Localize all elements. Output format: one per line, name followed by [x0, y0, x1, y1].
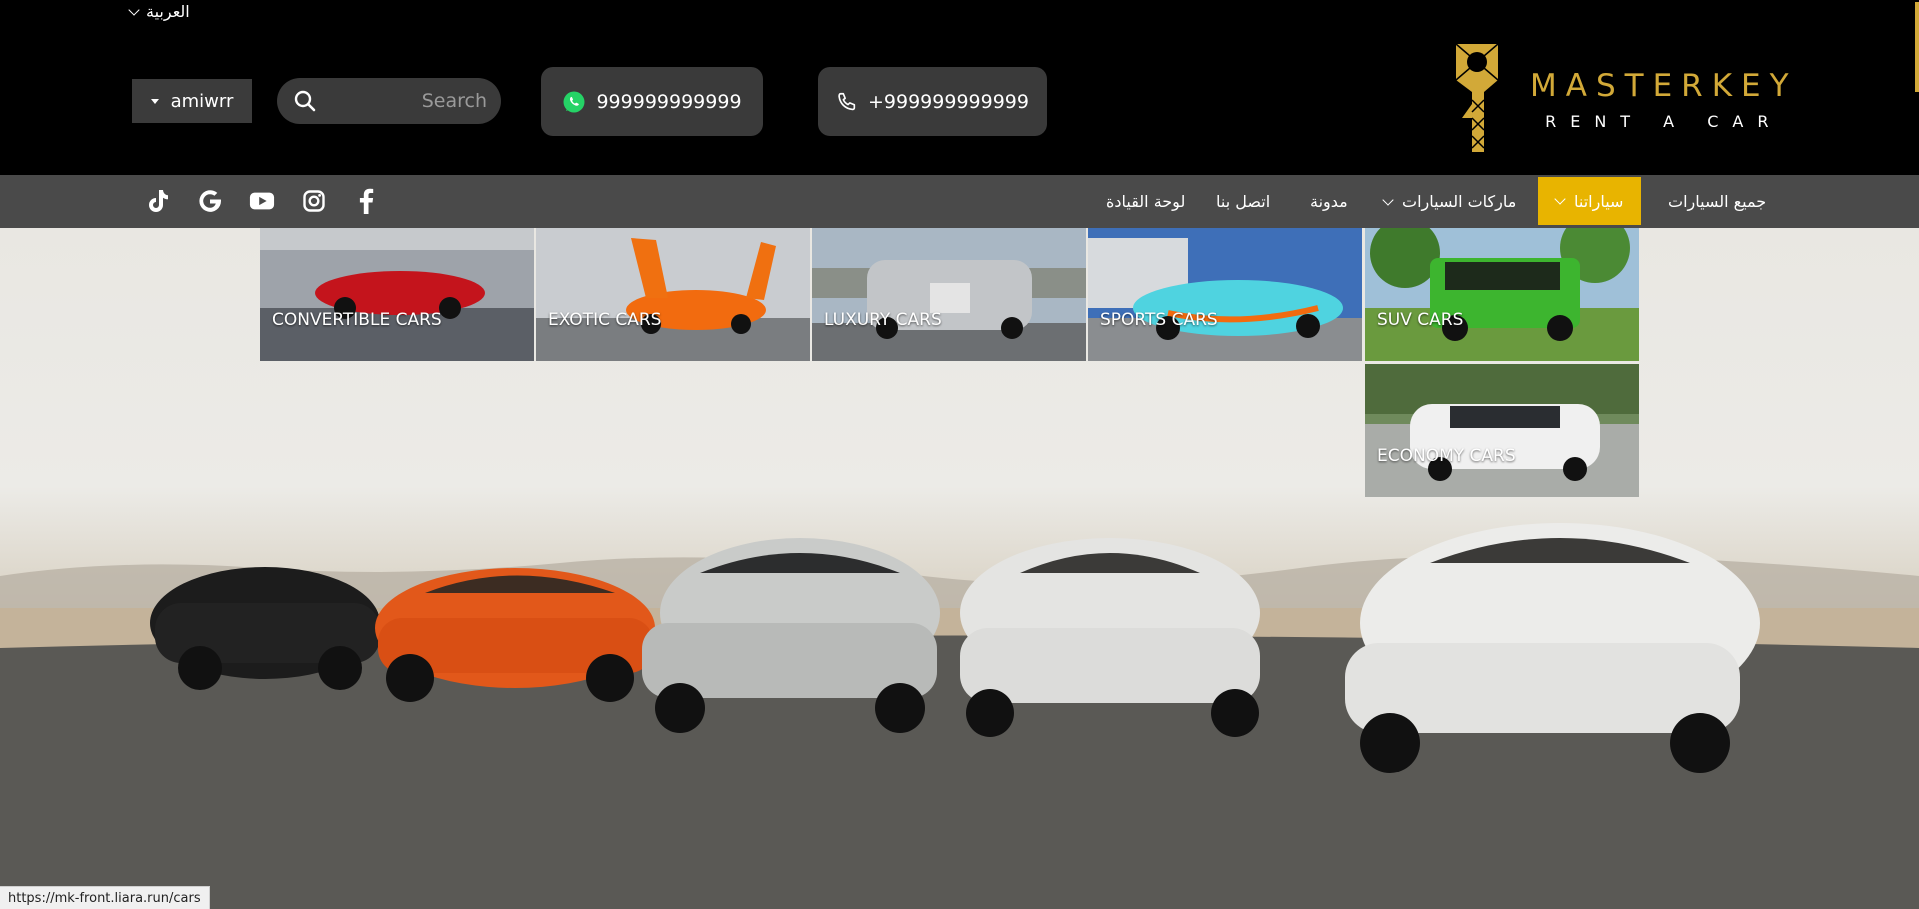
nav-item-label: مدونة — [1310, 192, 1348, 211]
tiktok-icon[interactable] — [145, 188, 171, 214]
phone-button[interactable]: +999999999999 — [818, 67, 1047, 136]
masterkey-logo[interactable]: MASTERKEY RENT A CAR — [1450, 40, 1798, 158]
social-links — [145, 188, 379, 214]
scrollbar-thumb[interactable] — [1915, 2, 1919, 92]
category-label: LUXURY CARS — [824, 310, 942, 330]
caret-down-icon — [150, 98, 159, 104]
nav-item-label: لوحة القيادة — [1106, 192, 1186, 211]
nav-item-contact[interactable]: اتصل بنا — [1216, 175, 1270, 228]
whatsapp-button[interactable]: 999999999999 — [541, 67, 763, 136]
luxury-car-image — [812, 228, 1086, 361]
status-bar-url: https://mk-front.liara.run/cars — [0, 886, 210, 909]
category-label: CONVERTIBLE CARS — [272, 310, 442, 330]
nav-item-our-cars[interactable]: سياراتنا — [1538, 177, 1642, 225]
category-tile-economy[interactable]: ECONOMY CARS — [1365, 364, 1639, 497]
user-menu-button[interactable]: amiwrr — [132, 79, 252, 123]
category-label: EXOTIC CARS — [548, 310, 662, 330]
chevron-down-icon — [128, 3, 140, 16]
whatsapp-number: 999999999999 — [596, 90, 742, 113]
category-tile-exotic[interactable]: EXOTIC CARS — [536, 228, 810, 361]
category-tile-sports[interactable]: SPORTS CARS — [1088, 228, 1362, 361]
nav-item-label: اتصل بنا — [1216, 192, 1271, 211]
key-logo-icon — [1455, 43, 1499, 152]
youtube-icon[interactable] — [249, 188, 275, 214]
sports-car-image — [1088, 228, 1362, 361]
nav-item-dashboard[interactable]: لوحة القيادة — [1106, 175, 1185, 228]
category-label: SPORTS CARS — [1100, 310, 1218, 330]
language-selector[interactable]: العربية — [128, 2, 190, 21]
logo-text: MASTERKEY RENT A CAR — [1530, 68, 1798, 131]
nav-item-label: جميع السيارات — [1668, 192, 1767, 211]
category-tile-suv[interactable]: SUV CARS — [1365, 228, 1639, 361]
economy-car-image — [1365, 364, 1639, 497]
language-label: العربية — [146, 2, 190, 21]
search-icon[interactable] — [293, 89, 317, 113]
user-name: amiwrr — [170, 90, 234, 112]
nav-item-all-cars[interactable]: جميع السيارات — [1668, 175, 1766, 228]
nav-item-car-brands[interactable]: ماركات السيارات — [1382, 175, 1517, 228]
phone-icon — [838, 92, 856, 110]
logo-title: MASTERKEY — [1530, 67, 1798, 104]
nav-item-label: ماركات السيارات — [1402, 192, 1517, 211]
exotic-car-image — [536, 228, 810, 361]
whatsapp-icon — [563, 91, 585, 112]
chevron-down-icon — [1554, 193, 1566, 205]
nav-item-label: سياراتنا — [1574, 191, 1624, 211]
convertible-car-image — [260, 228, 534, 361]
chevron-down-icon — [1382, 193, 1394, 206]
logo-subtitle: RENT A CAR — [1545, 111, 1783, 131]
nav-item-blog[interactable]: مدونة — [1310, 175, 1348, 228]
search-input[interactable] — [337, 90, 487, 112]
search-box — [277, 78, 501, 124]
instagram-icon[interactable] — [301, 188, 327, 214]
page-scrollbar[interactable] — [1913, 0, 1919, 909]
google-icon[interactable] — [197, 188, 223, 214]
suv-car-image — [1365, 228, 1639, 361]
category-label: ECONOMY CARS — [1377, 446, 1516, 466]
phone-number: +999999999999 — [868, 90, 1029, 113]
top-bar: العربية amiwrr 999999999999 +99999999999… — [0, 0, 1919, 175]
category-label: SUV CARS — [1377, 310, 1464, 330]
category-tile-luxury[interactable]: LUXURY CARS — [812, 228, 1086, 361]
facebook-icon[interactable] — [353, 188, 379, 214]
category-tile-convertible[interactable]: CONVERTIBLE CARS — [260, 228, 534, 361]
